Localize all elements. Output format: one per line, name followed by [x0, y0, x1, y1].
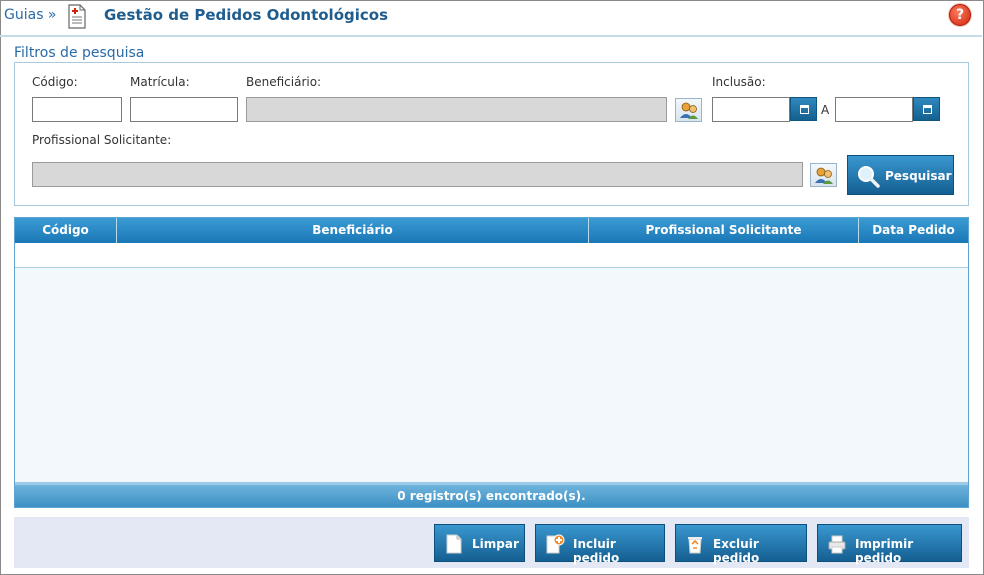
- help-icon[interactable]: ?: [949, 4, 971, 26]
- search-button[interactable]: Pesquisar: [847, 155, 954, 195]
- profissional-label: Profissional Solicitante:: [32, 133, 172, 147]
- codigo-label: Código:: [32, 75, 78, 89]
- limpar-label: Limpar: [472, 537, 519, 551]
- recycle-delete-icon: [688, 537, 702, 554]
- excluir-pedido-label: Excluir pedido: [713, 537, 760, 565]
- breadcrumb-guias[interactable]: Guias »: [4, 7, 57, 23]
- column-header-profissional[interactable]: Profissional Solicitante: [589, 218, 859, 243]
- inclusao-to-input[interactable]: [835, 97, 913, 122]
- beneficiario-input: [246, 97, 667, 122]
- beneficiario-lookup-button[interactable]: [675, 98, 702, 122]
- incluir-pedido-label: Incluir pedido: [573, 537, 620, 565]
- blank-page-icon: [446, 534, 462, 554]
- column-header-data-pedido[interactable]: Data Pedido: [859, 218, 968, 243]
- people-lookup-icon: [815, 167, 833, 184]
- printer-icon: [828, 535, 846, 554]
- inclusao-label: Inclusão:: [712, 75, 766, 89]
- header-divider: [0, 35, 982, 37]
- search-button-label: Pesquisar: [885, 169, 952, 183]
- calendar-from-button[interactable]: [790, 97, 817, 121]
- calendar-to-button[interactable]: [913, 97, 940, 121]
- document-icon: [68, 4, 86, 29]
- people-lookup-icon: [680, 102, 698, 119]
- page-title: Gestão de Pedidos Odontológicos: [104, 6, 389, 24]
- imprimir-pedido-button[interactable]: Imprimir pedido: [817, 524, 962, 565]
- matricula-input[interactable]: [130, 97, 238, 122]
- matricula-label: Matrícula:: [130, 75, 190, 89]
- imprimir-pedido-label: Imprimir pedido: [855, 537, 914, 565]
- magnifier-icon: [858, 166, 880, 188]
- page-header: Guias » Gestão de Pedidos Odontológicos …: [0, 0, 982, 34]
- results-grid: Código Beneficiário Profissional Solicit…: [14, 217, 969, 508]
- calendar-icon: [800, 105, 809, 114]
- date-range-separator: A: [821, 103, 830, 117]
- limpar-button[interactable]: Limpar: [434, 524, 525, 562]
- action-bar: Limpar Incluir pedido Excluir pedido Imp…: [14, 517, 969, 568]
- empty-row: [15, 243, 968, 268]
- calendar-icon: [923, 105, 932, 114]
- profissional-lookup-button[interactable]: [810, 163, 837, 187]
- column-header-codigo[interactable]: Código: [15, 218, 117, 243]
- incluir-pedido-button[interactable]: Incluir pedido: [535, 524, 665, 565]
- grid-header: Código Beneficiário Profissional Solicit…: [15, 218, 968, 243]
- grid-footer-count: 0 registro(s) encontrado(s).: [15, 485, 968, 507]
- inclusao-from-input[interactable]: [712, 97, 790, 122]
- add-document-icon: [546, 534, 565, 554]
- excluir-pedido-button[interactable]: Excluir pedido: [675, 524, 807, 565]
- column-header-beneficiario[interactable]: Beneficiário: [117, 218, 589, 243]
- codigo-input[interactable]: [32, 97, 122, 122]
- filters-legend: Filtros de pesquisa: [14, 45, 145, 61]
- beneficiario-label: Beneficiário:: [246, 75, 322, 89]
- profissional-input: [32, 162, 803, 187]
